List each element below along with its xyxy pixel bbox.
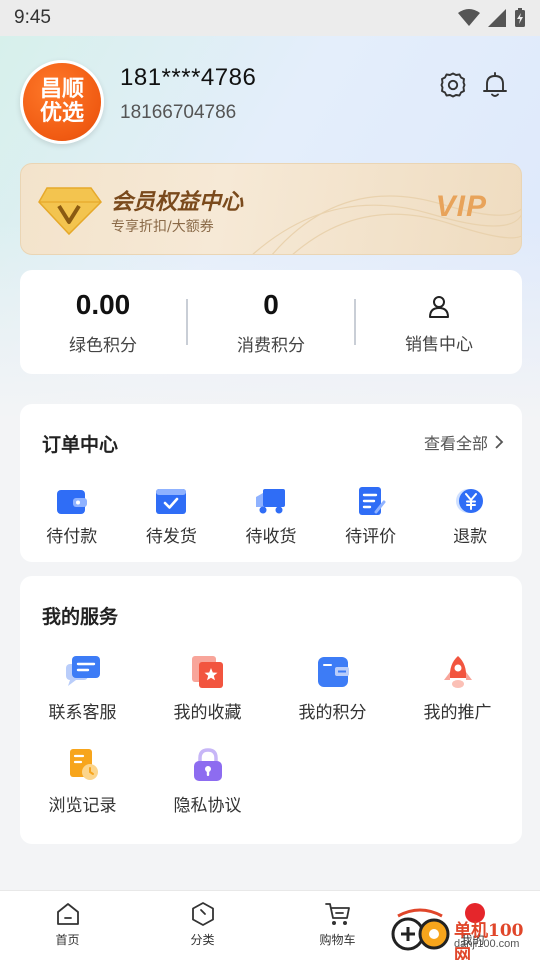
- my-services-card: 我的服务 联系客服 我的收藏 我的积分 我的推广 浏览记录 隐私协议: [20, 576, 522, 844]
- view-all-label: 查看全部: [423, 434, 488, 453]
- order-pending-payment[interactable]: 待付款: [27, 486, 117, 547]
- order-center-card: 订单中心 查看全部 待付款 待发货 待收货 待评价 退款: [20, 404, 522, 562]
- vip-title: 会员权益中心: [111, 190, 244, 215]
- cart-icon: [324, 903, 350, 925]
- rocket-icon: [443, 656, 472, 688]
- green-points-stat[interactable]: 0.00 绿色积分: [20, 270, 186, 374]
- notifications-button[interactable]: [480, 70, 510, 100]
- status-bar: 9:45: [0, 0, 540, 36]
- order-pending-review[interactable]: 待评价: [326, 486, 416, 547]
- vip-subtitle: 专享折扣/大额券: [111, 219, 214, 235]
- order-refund[interactable]: 退款: [425, 486, 515, 547]
- package-check-icon: [156, 489, 187, 514]
- service-favorites[interactable]: 我的收藏: [145, 654, 270, 723]
- stat-value: 0.00: [75, 288, 131, 320]
- order-pending-shipment[interactable]: 待发货: [126, 486, 216, 547]
- tab-label: 购物车: [319, 933, 356, 947]
- points-card-icon: [317, 657, 349, 687]
- wallet-icon: [56, 490, 87, 514]
- cell-signal-icon: [488, 9, 506, 27]
- vip-benefits-banner[interactable]: 会员权益中心 专享折扣/大额券 VIP: [20, 163, 522, 255]
- site-watermark: 单机100网 danji100.com: [390, 904, 540, 960]
- order-pending-receipt[interactable]: 待收货: [226, 486, 316, 547]
- battery-icon: [515, 8, 525, 27]
- review-doc-icon: [358, 487, 386, 515]
- watermark-logo: [391, 908, 450, 951]
- truck-icon: [255, 489, 285, 514]
- settings-button[interactable]: [438, 70, 468, 100]
- tab-cart[interactable]: 购物车: [270, 891, 405, 960]
- tab-label: 首页: [55, 933, 80, 947]
- vip-diamond-icon: [38, 187, 102, 236]
- service-contact-support[interactable]: 联系客服: [20, 654, 145, 723]
- stat-label: 绿色积分: [69, 335, 137, 356]
- order-status-row: 待付款 待发货 待收货 待评价 退款: [20, 486, 522, 547]
- bell-icon: [483, 72, 507, 97]
- service-my-points[interactable]: 我的积分: [270, 654, 395, 723]
- gear-icon: [440, 72, 466, 98]
- my-services-title: 我的服务: [42, 606, 119, 628]
- chat-icon: [65, 656, 100, 686]
- service-label: 浏览记录: [48, 796, 117, 816]
- stat-label: 消费积分: [237, 335, 305, 356]
- vip-tag: VIP: [435, 190, 487, 223]
- services-grid: 联系客服 我的收藏 我的积分 我的推广 浏览记录 隐私协议: [20, 654, 522, 816]
- service-label: 我的推广: [423, 703, 492, 723]
- wifi-icon: [458, 9, 480, 26]
- status-icons: [458, 8, 526, 28]
- tab-label: 分类: [190, 933, 215, 947]
- status-time: 9:45: [14, 7, 51, 28]
- order-item-label: 待发货: [145, 527, 197, 547]
- order-item-label: 待付款: [46, 527, 98, 547]
- order-item-label: 待评价: [345, 527, 397, 547]
- full-phone: 18166704786: [120, 102, 237, 123]
- sales-center-stat[interactable]: 销售中心: [356, 270, 522, 374]
- service-label: 联系客服: [48, 703, 117, 723]
- service-browse-history[interactable]: 浏览记录: [20, 747, 145, 816]
- service-label: 我的收藏: [173, 703, 242, 723]
- favorite-star-icon: [191, 656, 223, 688]
- category-icon: [191, 902, 214, 926]
- avatar-text-line2: 优选: [39, 101, 84, 126]
- view-all-orders-link[interactable]: 查看全部: [424, 430, 504, 454]
- order-item-label: 待收货: [245, 527, 297, 547]
- avatar[interactable]: 昌顺 优选: [20, 60, 104, 144]
- profile-header: 昌顺 优选 181****4786 18166704786: [20, 60, 520, 146]
- points-stats-card: 0.00 绿色积分 0 消费积分 销售中心: [20, 270, 522, 374]
- home-icon: [56, 903, 79, 925]
- service-promotion[interactable]: 我的推广: [395, 654, 520, 723]
- service-label: 我的积分: [298, 703, 367, 723]
- stat-value: 0: [263, 288, 279, 320]
- yuan-coin-icon: [456, 489, 484, 513]
- chevron-right-icon: [495, 435, 504, 449]
- avatar-text-line1: 昌顺: [39, 77, 84, 102]
- tab-category[interactable]: 分类: [135, 891, 270, 960]
- lock-icon: [193, 748, 222, 781]
- watermark-url: danji100.com: [454, 938, 520, 950]
- stat-label: 销售中心: [405, 334, 473, 355]
- person-icon: [429, 295, 449, 318]
- order-center-title: 订单中心: [42, 434, 119, 456]
- consumption-points-stat[interactable]: 0 消费积分: [188, 270, 354, 374]
- service-privacy-policy[interactable]: 隐私协议: [145, 747, 270, 816]
- tab-home[interactable]: 首页: [0, 891, 135, 960]
- service-label: 隐私协议: [173, 796, 242, 816]
- masked-phone: 181****4786: [120, 64, 257, 91]
- order-item-label: 退款: [453, 527, 488, 547]
- history-doc-icon: [69, 749, 98, 780]
